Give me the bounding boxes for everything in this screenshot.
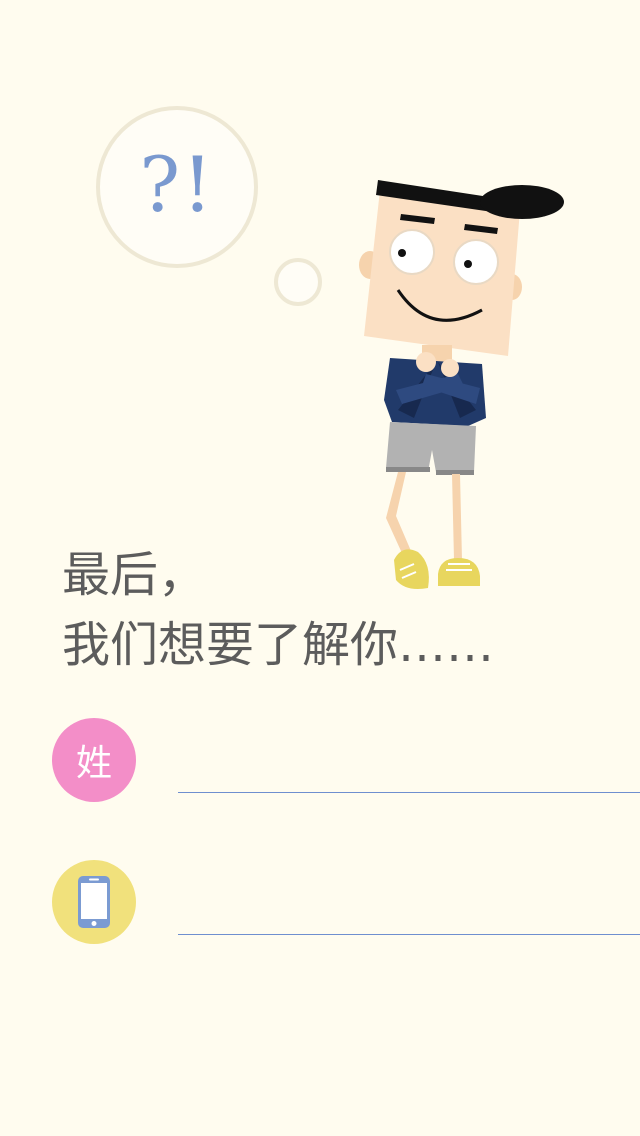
thought-bubble-small (274, 258, 322, 306)
heading-line-1: 最后， (62, 547, 207, 603)
surname-label: 姓 (75, 743, 112, 784)
phone-icon (52, 860, 136, 944)
question-exclamation-mark: ?! (139, 139, 215, 229)
page-heading: 最后， 我们想要了解你…… (62, 540, 494, 680)
thought-bubble: ?! (96, 106, 258, 268)
phone-input[interactable] (178, 898, 640, 935)
surname-input[interactable] (178, 756, 640, 793)
heading-line-2: 我们想要了解你…… (62, 617, 495, 673)
phone-row (52, 860, 640, 950)
cartoon-character (359, 180, 564, 589)
surname-row: 姓 (52, 718, 640, 808)
surname-icon: 姓 (52, 718, 136, 802)
